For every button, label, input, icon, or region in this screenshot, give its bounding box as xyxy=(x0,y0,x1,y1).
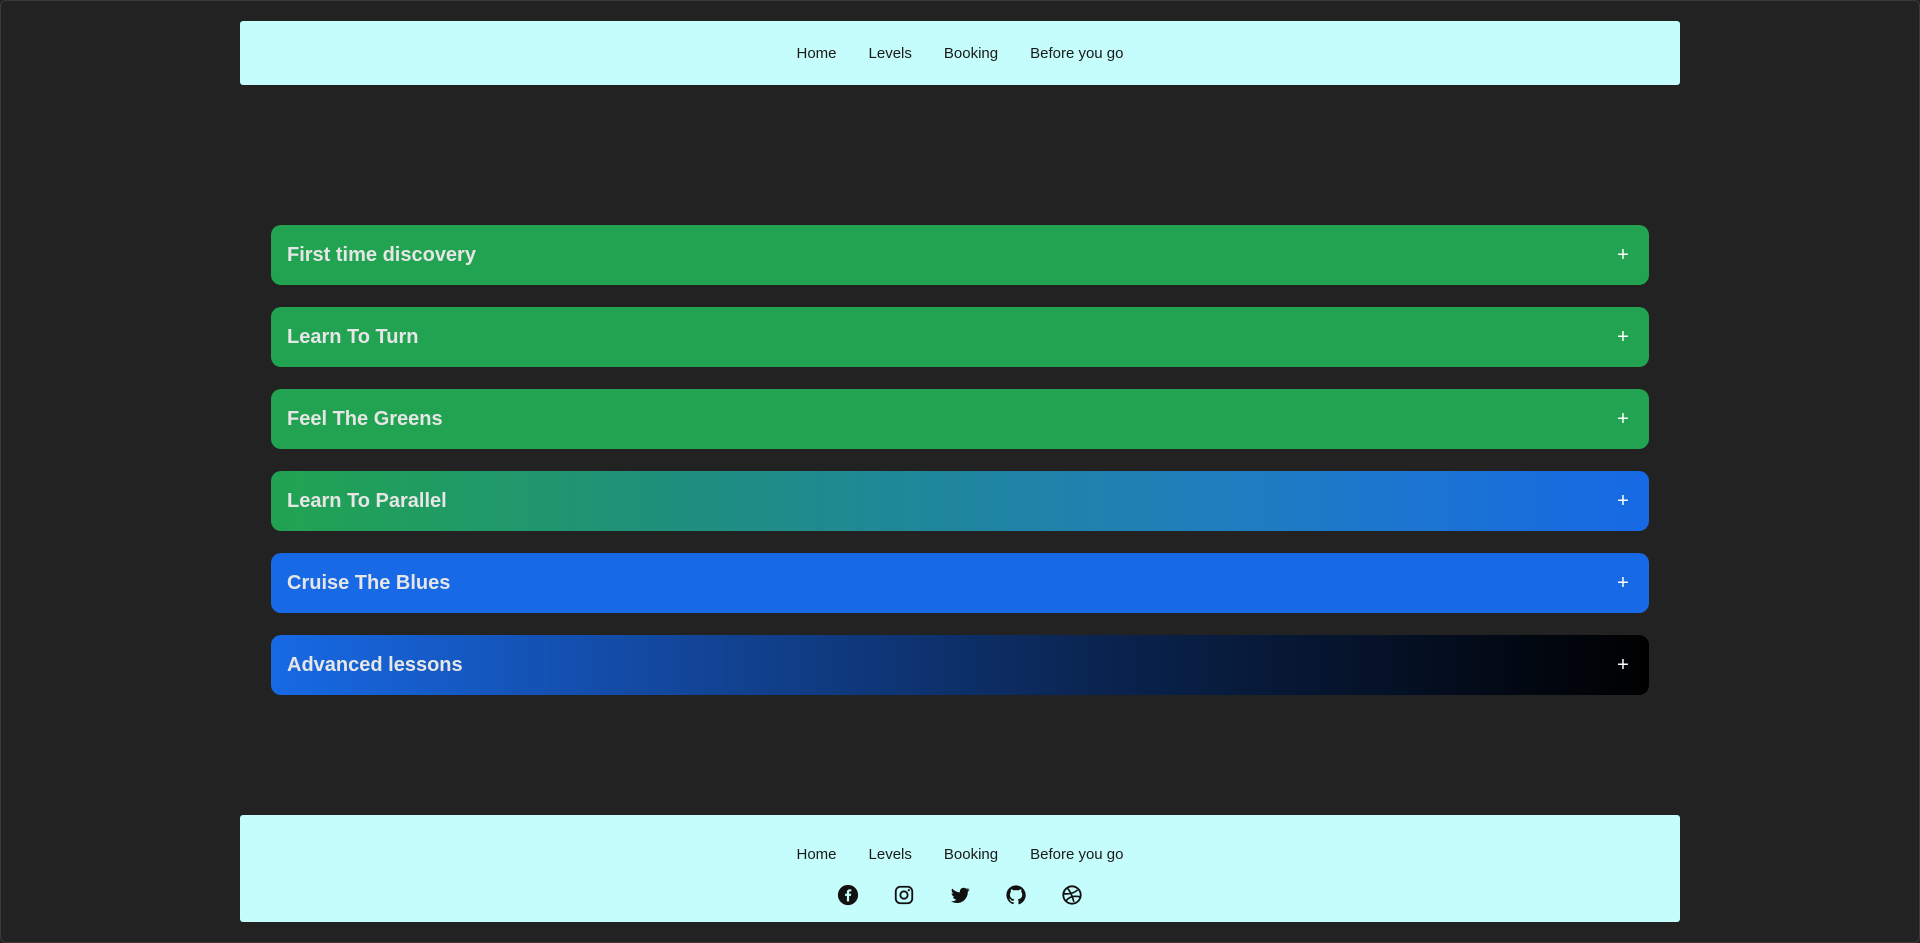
footer-nav: Home Levels Booking Before you go xyxy=(240,846,1680,863)
accordion-learn-to-turn[interactable]: Learn To Turn + xyxy=(271,307,1649,367)
accordion-first-time-discovery[interactable]: First time discovery + xyxy=(271,225,1649,285)
accordion-title: First time discovery xyxy=(287,243,476,266)
social-links xyxy=(240,884,1680,906)
nav-levels[interactable]: Levels xyxy=(869,45,912,62)
plus-icon[interactable]: + xyxy=(1613,573,1633,593)
accordion-learn-to-parallel[interactable]: Learn To Parallel + xyxy=(271,471,1649,531)
github-icon[interactable] xyxy=(1005,884,1027,906)
nav-home[interactable]: Home xyxy=(797,45,837,62)
plus-icon[interactable]: + xyxy=(1613,327,1633,347)
accordion-title: Learn To Turn xyxy=(287,325,419,348)
accordion-title: Learn To Parallel xyxy=(287,489,447,512)
footer-nav-home[interactable]: Home xyxy=(797,846,837,863)
plus-icon[interactable]: + xyxy=(1613,655,1633,675)
accordion-feel-the-greens[interactable]: Feel The Greens + xyxy=(271,389,1649,449)
facebook-icon[interactable] xyxy=(837,884,859,906)
accordion-title: Feel The Greens xyxy=(287,407,443,430)
dribbble-icon[interactable] xyxy=(1061,884,1083,906)
plus-icon[interactable]: + xyxy=(1613,409,1633,429)
levels-accordion: First time discovery + Learn To Turn + F… xyxy=(271,225,1649,695)
nav-booking[interactable]: Booking xyxy=(944,45,998,62)
accordion-title: Advanced lessons xyxy=(287,653,463,676)
instagram-icon[interactable] xyxy=(893,884,915,906)
top-navbar: Home Levels Booking Before you go xyxy=(240,21,1680,85)
footer: Home Levels Booking Before you go xyxy=(240,815,1680,922)
accordion-advanced-lessons[interactable]: Advanced lessons + xyxy=(271,635,1649,695)
footer-nav-levels[interactable]: Levels xyxy=(869,846,912,863)
plus-icon[interactable]: + xyxy=(1613,491,1633,511)
footer-nav-before-you-go[interactable]: Before you go xyxy=(1030,846,1123,863)
accordion-title: Cruise The Blues xyxy=(287,571,451,594)
top-nav: Home Levels Booking Before you go xyxy=(797,45,1124,62)
plus-icon[interactable]: + xyxy=(1613,245,1633,265)
twitter-icon[interactable] xyxy=(949,884,971,906)
accordion-cruise-the-blues[interactable]: Cruise The Blues + xyxy=(271,553,1649,613)
nav-before-you-go[interactable]: Before you go xyxy=(1030,45,1123,62)
footer-nav-booking[interactable]: Booking xyxy=(944,846,998,863)
